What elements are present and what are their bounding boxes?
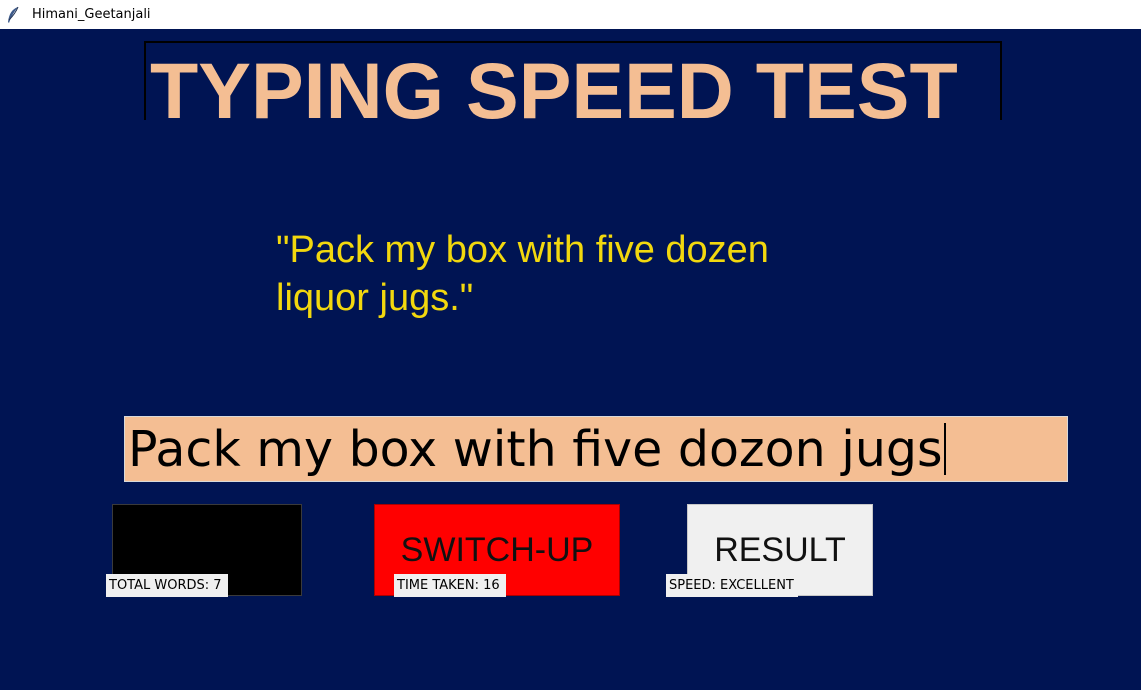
total-words-label: TOTAL WORDS: 7 — [106, 574, 228, 597]
app-window: Himani_Geetanjali TYPING SPEED TEST "Pac… — [0, 0, 1141, 690]
window-title: Himani_Geetanjali — [32, 7, 151, 22]
page-title: TYPING SPEED TEST — [150, 46, 958, 120]
title-bar: Himani_Geetanjali — [0, 0, 1141, 29]
feather-icon — [8, 6, 19, 23]
time-taken-label: TIME TAKEN: 16 — [394, 574, 506, 597]
typing-input[interactable]: Pack my box with five dozon jugs — [124, 416, 1068, 482]
main-content: TYPING SPEED TEST "Pack my box with five… — [0, 29, 1141, 690]
speed-label: SPEED: EXCELLENT — [666, 574, 798, 597]
typing-input-value: Pack my box with five dozon jugs — [128, 420, 943, 478]
heading-frame: TYPING SPEED TEST — [144, 41, 1002, 120]
sample-sentence: "Pack my box with five dozen liquor jugs… — [276, 229, 769, 319]
text-caret — [943, 423, 946, 475]
